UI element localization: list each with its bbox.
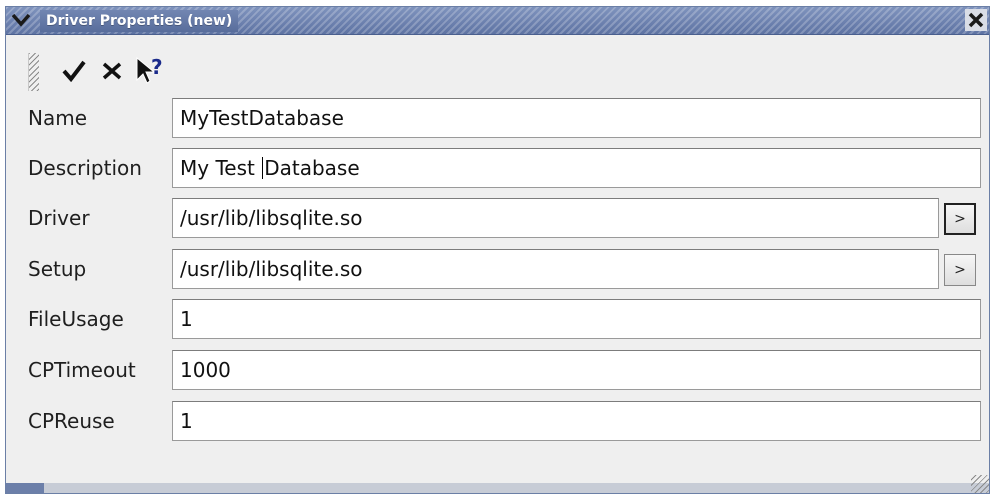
- setup-label: Setup: [28, 257, 87, 281]
- close-x-icon: [100, 58, 124, 86]
- driver-properties-window: Driver Properties (new) ? Name MyTestDat…: [5, 6, 990, 494]
- resize-grip-handle[interactable]: [971, 475, 989, 493]
- driver-label: Driver: [28, 206, 90, 230]
- window-menu-chevron-icon[interactable]: [10, 10, 32, 30]
- whats-this-help-icon: ?: [134, 54, 166, 90]
- description-text-before-cursor: My Test: [180, 156, 262, 180]
- title-bar[interactable]: Driver Properties (new): [6, 7, 989, 35]
- description-field[interactable]: My Test Database: [172, 148, 981, 188]
- file-usage-label: FileUsage: [28, 307, 124, 331]
- ok-button[interactable]: [57, 53, 91, 91]
- name-label: Name: [28, 106, 88, 130]
- cp-timeout-label: CPTimeout: [28, 358, 136, 382]
- cp-reuse-field[interactable]: 1: [172, 401, 981, 441]
- cp-reuse-label: CPReuse: [28, 409, 115, 433]
- cancel-button[interactable]: [95, 53, 129, 91]
- setup-browse-button[interactable]: >: [944, 254, 976, 286]
- description-label: Description: [28, 156, 142, 180]
- toolbar: ?: [28, 49, 198, 94]
- file-usage-field[interactable]: 1: [172, 299, 981, 339]
- setup-path-field[interactable]: /usr/lib/libsqlite.so: [172, 249, 939, 289]
- cp-timeout-field[interactable]: 1000: [172, 350, 981, 390]
- svg-text:?: ?: [151, 55, 163, 79]
- toolbar-grip-handle[interactable]: [28, 52, 39, 91]
- driver-path-field[interactable]: /usr/lib/libsqlite.so: [172, 198, 939, 238]
- name-field[interactable]: MyTestDatabase: [172, 98, 981, 138]
- whats-this-help-button[interactable]: ?: [133, 53, 167, 91]
- window-title: Driver Properties (new): [40, 10, 239, 32]
- window-bottom-left-accent: [6, 483, 44, 493]
- description-text-after-cursor: Database: [264, 156, 360, 180]
- window-bottom-border: [6, 483, 989, 493]
- driver-browse-button[interactable]: >: [944, 203, 976, 235]
- close-window-icon[interactable]: [965, 9, 987, 31]
- checkmark-icon: [61, 58, 87, 86]
